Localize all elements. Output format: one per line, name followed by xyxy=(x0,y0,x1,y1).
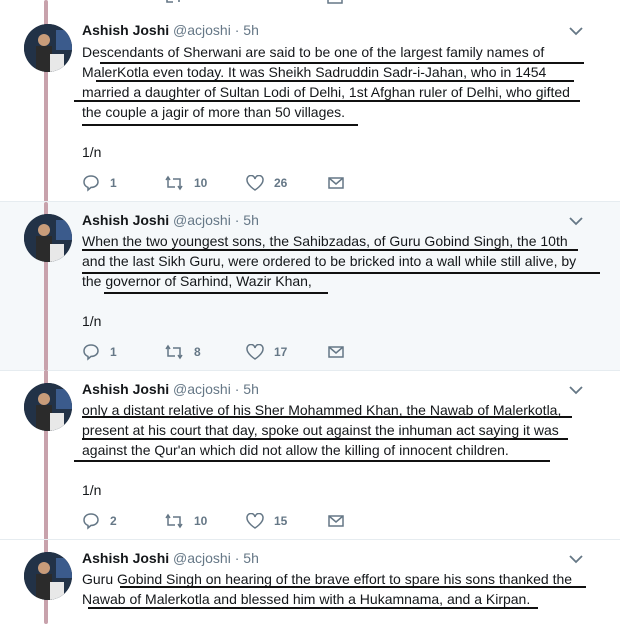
reply-icon xyxy=(83,513,99,530)
retweet-button[interactable]: 10 xyxy=(164,511,207,531)
reply-button[interactable]: 1 xyxy=(82,342,117,362)
envelope-icon xyxy=(328,515,344,527)
retweet-count: 8 xyxy=(194,345,201,359)
author-name[interactable]: Ashish Joshi xyxy=(82,22,169,38)
underline-mark xyxy=(82,249,578,251)
reply-count: 1 xyxy=(110,176,117,190)
author-name[interactable]: Ashish Joshi xyxy=(82,381,169,397)
chevron-down-icon[interactable] xyxy=(568,24,584,38)
retweet-icon xyxy=(165,175,183,191)
author-name[interactable]: Ashish Joshi xyxy=(82,550,169,566)
author-handle[interactable]: @acjoshi xyxy=(173,381,231,397)
retweet-icon xyxy=(165,344,183,360)
separator: · xyxy=(234,22,240,38)
timestamp[interactable]: 5h xyxy=(243,22,259,38)
action-bar: 1 8 17 xyxy=(82,342,382,362)
avatar[interactable] xyxy=(24,552,72,600)
tweet-text-line: Nawab of Malerkotla and blessed him with… xyxy=(82,591,531,607)
underline-mark xyxy=(96,80,574,82)
tweet-text-line: the couple a jagir of more than 50 villa… xyxy=(82,104,346,120)
heart-icon xyxy=(246,513,264,529)
timestamp[interactable]: 5h xyxy=(243,550,259,566)
separator: · xyxy=(234,550,240,566)
author-name[interactable]: Ashish Joshi xyxy=(82,212,169,228)
retweet-count: 10 xyxy=(194,514,208,528)
chevron-down-icon[interactable] xyxy=(568,552,584,566)
separator: · xyxy=(234,212,240,228)
underline-mark xyxy=(88,607,538,609)
envelope-icon xyxy=(328,346,344,358)
timestamp[interactable]: 5h xyxy=(243,381,259,397)
like-button[interactable]: 15 xyxy=(246,511,287,531)
tweet-text: Descendants of Sherwani are said to be o… xyxy=(82,42,570,122)
dm-button[interactable] xyxy=(328,511,354,531)
underline-mark xyxy=(82,438,568,440)
reply-count: 2 xyxy=(110,514,117,528)
separator: · xyxy=(234,381,240,397)
author-handle[interactable]: @acjoshi xyxy=(173,550,231,566)
action-bar: 2 10 15 xyxy=(82,511,382,531)
avatar[interactable] xyxy=(24,214,72,262)
underline-mark xyxy=(82,416,572,418)
underline-mark xyxy=(82,124,358,126)
retweet-count: 10 xyxy=(194,176,208,190)
underline-mark xyxy=(82,272,600,274)
tweet-text: When the two youngest sons, the Sahibzad… xyxy=(82,231,576,291)
retweet-icon xyxy=(165,513,183,529)
retweet-button[interactable]: 8 xyxy=(164,342,201,362)
thread-count: 1/n xyxy=(82,144,102,160)
reply-button[interactable]: 1 xyxy=(82,173,117,193)
dm-button[interactable] xyxy=(328,173,354,193)
like-button[interactable]: 26 xyxy=(246,173,287,193)
reply-icon xyxy=(83,344,99,361)
underline-mark xyxy=(104,292,328,294)
tweet-text: Guru Gobind Singh on hearing of the brav… xyxy=(82,569,572,609)
author-handle[interactable]: @acjoshi xyxy=(173,212,231,228)
heart-icon xyxy=(246,344,264,360)
timestamp[interactable]: 5h xyxy=(243,212,259,228)
reply-button[interactable]: 2 xyxy=(82,511,117,531)
dm-button[interactable] xyxy=(328,342,354,362)
like-count: 26 xyxy=(274,176,288,190)
tweet-text-line: Descendants of Sherwani are said to be o… xyxy=(82,44,545,60)
reply-count: 1 xyxy=(110,345,117,359)
like-count: 17 xyxy=(274,345,288,359)
avatar[interactable] xyxy=(24,383,72,431)
underline-mark xyxy=(74,460,550,462)
tweet[interactable]: Ashish Joshi @acjoshi · 5h When the two … xyxy=(0,202,620,371)
thread-count: 1/n xyxy=(82,313,102,329)
tweet-text-line: present at his court that day, spoke out… xyxy=(82,422,559,438)
tweet[interactable]: Ashish Joshi @acjoshi · 5h Guru Gobind S… xyxy=(0,540,620,624)
envelope-icon xyxy=(328,177,344,189)
tweet-text-line: MalerKotla even today. It was Sheikh Sad… xyxy=(82,64,547,80)
tweet-text-line: When the two youngest sons, the Sahibzad… xyxy=(82,233,568,249)
underline-mark xyxy=(100,62,584,64)
like-button[interactable]: 17 xyxy=(246,342,287,362)
author-handle[interactable]: @acjoshi xyxy=(173,22,231,38)
reply-icon xyxy=(83,175,99,192)
action-bar: 1 10 26 xyxy=(82,173,382,193)
tweet-text-line: married a daughter of Sultan Lodi of Del… xyxy=(82,84,570,100)
tweet-text-line: the governor of Sarhind, Wazir Khan, xyxy=(82,273,312,289)
retweet-button[interactable]: 10 xyxy=(164,173,207,193)
tweet-text-line: and the last Sikh Guru, were ordered to … xyxy=(82,253,577,269)
underline-mark xyxy=(120,586,586,588)
tweet[interactable]: Ashish Joshi @acjoshi · 5h Descendants o… xyxy=(0,0,620,202)
thread-count: 1/n xyxy=(82,482,102,498)
tweet[interactable]: Ashish Joshi @acjoshi · 5h only a distan… xyxy=(0,371,620,540)
like-count: 15 xyxy=(274,514,288,528)
chevron-down-icon[interactable] xyxy=(568,383,584,397)
underline-mark xyxy=(74,100,580,102)
tweet-text: only a distant relative of his Sher Moha… xyxy=(82,400,561,460)
tweet-text-line: against the Qur'an which did not allow t… xyxy=(82,442,509,458)
avatar[interactable] xyxy=(24,24,72,72)
chevron-down-icon[interactable] xyxy=(568,214,584,228)
heart-icon xyxy=(246,175,264,191)
